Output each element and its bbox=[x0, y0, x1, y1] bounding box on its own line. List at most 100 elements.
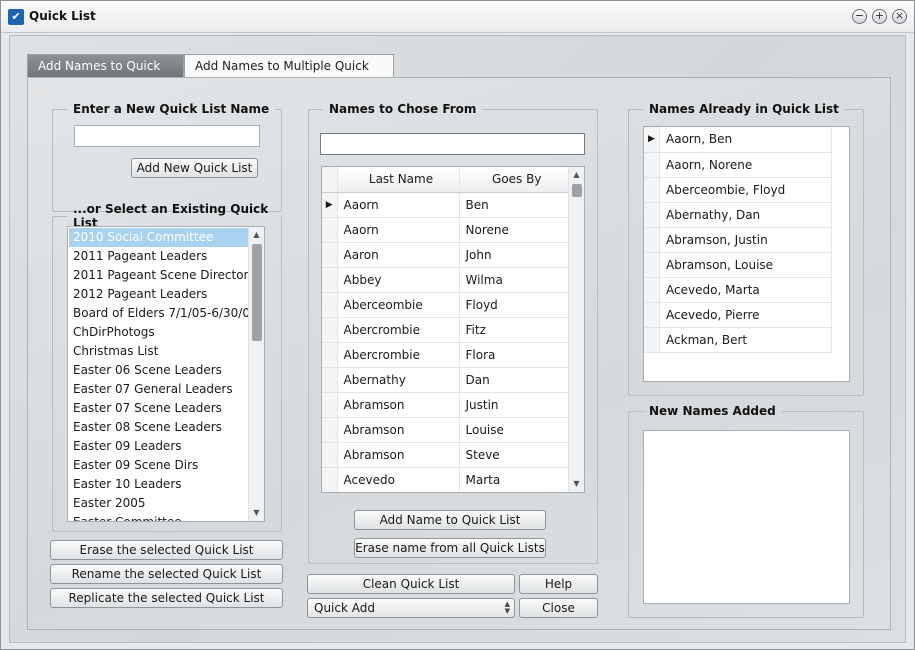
window-title: Quick List bbox=[29, 9, 96, 23]
clean-quick-list-button[interactable]: Clean Quick List bbox=[307, 574, 515, 594]
minimize-icon[interactable]: − bbox=[852, 9, 867, 24]
list-item[interactable]: Christmas List bbox=[69, 342, 248, 361]
quick-list-window: ✔ Quick List − + × Add Names to Quick Li… bbox=[0, 0, 915, 650]
scroll-down-icon[interactable]: ▼ bbox=[569, 476, 584, 492]
help-button[interactable]: Help bbox=[519, 574, 598, 594]
table-row[interactable]: Acevedo Marta bbox=[322, 467, 569, 492]
title-bar[interactable]: ✔ Quick List − + × bbox=[1, 1, 914, 33]
cell-last-name: Abbey bbox=[337, 267, 460, 293]
row-header[interactable] bbox=[322, 267, 338, 293]
names-grid-scrollbar[interactable]: ▲ ▼ bbox=[568, 167, 584, 492]
table-row[interactable]: Abernathy Dan bbox=[322, 367, 569, 393]
list-item[interactable]: Easter 07 Scene Leaders bbox=[69, 399, 248, 418]
table-row[interactable]: Abbey Wilma bbox=[322, 267, 569, 293]
cell-last-name: Aberceombie bbox=[337, 292, 460, 318]
list-item[interactable]: Easter 07 General Leaders bbox=[69, 380, 248, 399]
list-item[interactable]: Easter 10 Leaders bbox=[69, 475, 248, 494]
close-icon[interactable]: × bbox=[892, 9, 907, 24]
table-row[interactable]: Acevedo, Marta bbox=[644, 277, 832, 303]
table-row[interactable]: Acevedo, Pierre bbox=[644, 302, 832, 328]
replicate-quick-list-button[interactable]: Replicate the selected Quick List bbox=[50, 588, 283, 608]
quick-add-mode-select[interactable]: Quick Add ▲ ▼ bbox=[307, 598, 515, 618]
existing-list-box[interactable]: 2010 Social Committee 2011 Pageant Leader… bbox=[67, 226, 265, 522]
row-header[interactable] bbox=[644, 327, 661, 353]
list-item[interactable]: 2011 Pageant Scene Directors bbox=[69, 266, 255, 285]
row-header[interactable] bbox=[644, 152, 661, 178]
table-row[interactable]: Aberceombie Floyd bbox=[322, 292, 569, 318]
row-pointer-icon[interactable]: ▶ bbox=[644, 127, 661, 153]
row-header[interactable] bbox=[644, 202, 661, 228]
add-new-quick-list-button[interactable]: Add New Quick List bbox=[131, 158, 258, 178]
scroll-up-icon[interactable]: ▲ bbox=[569, 167, 584, 183]
scroll-up-icon[interactable]: ▲ bbox=[249, 227, 264, 243]
row-pointer-icon[interactable]: ▶ bbox=[322, 192, 338, 218]
erase-name-from-all-button[interactable]: Erase name from all Quick Lists bbox=[354, 538, 546, 558]
column-header-last-name[interactable]: Last Name bbox=[337, 167, 460, 193]
already-grid[interactable]: ▶ Aaorn, Ben Aaorn, Norene Aberceombie, Flo… bbox=[643, 126, 850, 382]
scroll-thumb[interactable] bbox=[572, 184, 582, 197]
list-item[interactable]: 2011 Pageant Leaders bbox=[69, 247, 248, 266]
names-grid[interactable]: Last Name Goes By ▶ Aaorn Ben Aaorn Norene Aa… bbox=[321, 166, 585, 493]
row-header[interactable] bbox=[322, 442, 338, 468]
close-button[interactable]: Close bbox=[519, 598, 598, 618]
cell-last-name: Abercrombie bbox=[337, 317, 460, 343]
rename-quick-list-button[interactable]: Rename the selected Quick List bbox=[50, 564, 283, 584]
row-header[interactable] bbox=[322, 392, 338, 418]
table-row[interactable]: ▶ Aaorn Ben bbox=[322, 192, 569, 218]
cell-full-name: Aaorn, Ben bbox=[659, 127, 832, 153]
scroll-thumb[interactable] bbox=[252, 244, 262, 341]
cell-goes-by: Steve bbox=[459, 442, 569, 468]
table-row[interactable]: Abramson Louise bbox=[322, 417, 569, 443]
list-item[interactable]: 2012 Pageant Leaders bbox=[69, 285, 248, 304]
row-header[interactable] bbox=[322, 217, 338, 243]
new-names-list[interactable] bbox=[643, 430, 850, 604]
list-item[interactable]: Easter Committee bbox=[69, 513, 248, 521]
table-row[interactable]: Abramson Steve bbox=[322, 442, 569, 468]
table-row[interactable]: Aaorn Norene bbox=[322, 217, 569, 243]
list-item[interactable]: ChDirPhotogs bbox=[69, 323, 248, 342]
row-header[interactable] bbox=[322, 242, 338, 268]
new-list-name-input[interactable] bbox=[74, 125, 260, 147]
maximize-icon[interactable]: + bbox=[872, 9, 887, 24]
tab-add-names[interactable]: Add Names to Quick List bbox=[27, 54, 184, 96]
row-header[interactable] bbox=[322, 367, 338, 393]
list-item[interactable]: Easter 09 Leaders bbox=[69, 437, 248, 456]
scroll-down-icon[interactable]: ▼ bbox=[249, 505, 264, 521]
table-row[interactable]: Abercrombie Fitz bbox=[322, 317, 569, 343]
row-header[interactable] bbox=[644, 277, 661, 303]
table-row[interactable]: Abramson, Justin bbox=[644, 227, 832, 253]
add-name-to-quick-list-button[interactable]: Add Name to Quick List bbox=[354, 510, 546, 530]
row-header[interactable] bbox=[322, 292, 338, 318]
row-header[interactable] bbox=[644, 252, 661, 278]
row-header[interactable] bbox=[644, 227, 661, 253]
list-item[interactable]: Easter 06 Scene Leaders bbox=[69, 361, 248, 380]
column-header-goes-by[interactable]: Goes By bbox=[459, 167, 569, 193]
grid-corner bbox=[322, 167, 338, 193]
existing-list-scrollbar[interactable]: ▲ ▼ bbox=[248, 227, 264, 521]
list-item[interactable]: Easter 2005 bbox=[69, 494, 248, 513]
table-row[interactable]: Abernathy, Dan bbox=[644, 202, 832, 228]
cell-full-name: Abernathy, Dan bbox=[659, 202, 832, 228]
table-row[interactable]: ▶ Aaorn, Ben bbox=[644, 127, 832, 153]
table-row[interactable]: Aaorn, Norene bbox=[644, 152, 832, 178]
table-row[interactable]: Aberceombie, Floyd bbox=[644, 177, 832, 203]
table-row[interactable]: Aaron John bbox=[322, 242, 569, 268]
row-header[interactable] bbox=[644, 177, 661, 203]
names-search-input[interactable] bbox=[320, 133, 585, 155]
table-row[interactable]: Abramson, Louise bbox=[644, 252, 832, 278]
list-item[interactable]: 2010 Social Committee bbox=[69, 228, 248, 247]
tab-add-names-multiple[interactable]: Add Names to Multiple Quick Lists bbox=[184, 54, 394, 96]
list-item[interactable]: Easter 09 Scene Dirs bbox=[69, 456, 248, 475]
row-header[interactable] bbox=[322, 467, 338, 492]
erase-quick-list-button[interactable]: Erase the selected Quick List bbox=[50, 540, 283, 560]
table-row[interactable]: Abramson Justin bbox=[322, 392, 569, 418]
row-header[interactable] bbox=[322, 417, 338, 443]
list-item[interactable]: Easter 08 Scene Leaders bbox=[69, 418, 248, 437]
table-row[interactable]: Abercrombie Flora bbox=[322, 342, 569, 368]
row-header[interactable] bbox=[322, 342, 338, 368]
row-header[interactable] bbox=[322, 317, 338, 343]
row-header[interactable] bbox=[644, 302, 661, 328]
table-row[interactable]: Ackman, Bert bbox=[644, 327, 832, 353]
spin-arrows-icon: ▲ ▼ bbox=[504, 600, 510, 615]
list-item[interactable]: Board of Elders 7/1/05-6/30/07 bbox=[69, 304, 258, 323]
